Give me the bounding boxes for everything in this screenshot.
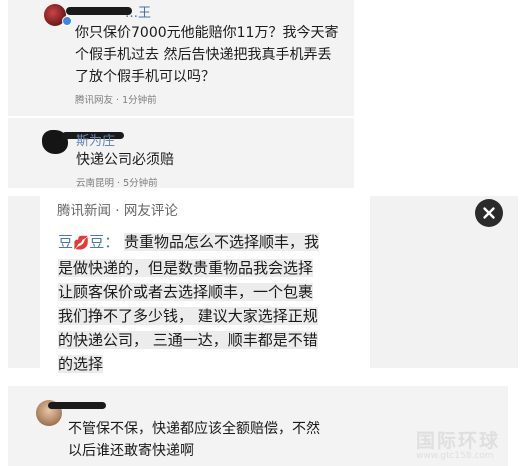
comment-source: 云南昆明 [76, 178, 115, 189]
featured-text: 豆💋豆： 贵重物品怎么不选择顺丰，我 是做快递的，但是数贵重物品我会选择 让顾客… [58, 230, 358, 376]
comment-source: 腾讯网友 [75, 95, 114, 106]
featured-username-prefix: 豆 [58, 233, 74, 251]
comment-text: 不管保不保，快递都应该全额赔偿，不然 以后谁还敢寄快递啊 [68, 418, 320, 462]
comment-text: 快递公司必须赔 [76, 152, 174, 168]
featured-line: 的选择 [58, 355, 104, 373]
featured-username[interactable]: 豆💋豆： [58, 233, 119, 251]
comment-card-1: …王 你只保价7000元他能赔你11万？我今天寄 个假手机过去 然后告快递把我真… [8, 0, 354, 116]
featured-username-suffix: 豆： [89, 233, 120, 251]
featured-line: 是做快递的，但是数贵重物品我会选择 [58, 259, 314, 277]
watermark: 国际环球 www.gtc158.com [416, 426, 500, 461]
comment-meta: 腾讯网友 · 1分钟前 [75, 95, 157, 106]
comment-line: 了放个假手机可以吗？ [75, 69, 215, 85]
featured-line-3: 让顾客保价或者去选择顺丰，一个包裹 [58, 280, 358, 304]
featured-line-1: 豆💋豆： 贵重物品怎么不选择顺丰，我 [58, 230, 358, 256]
username[interactable]: …王 [125, 2, 151, 21]
comment-meta: 云南昆明 · 5分钟前 [76, 178, 158, 189]
comment-line: 不管保不保，快递都应该全额赔偿，不然 [68, 421, 320, 437]
featured-line: 贵重物品怎么不选择顺丰，我 [124, 233, 320, 251]
featured-line-5: 的快递公司， 三通一达，顺丰都是不错 [58, 328, 358, 352]
comment-time: 1分钟前 [122, 95, 157, 106]
featured-line-2: 是做快递的，但是数贵重物品我会选择 [58, 256, 358, 280]
featured-header: 腾讯新闻 · 网友评论 [57, 203, 178, 219]
close-button[interactable] [475, 199, 503, 227]
comment-time: 5分钟前 [123, 178, 158, 189]
watermark-title: 国际环球 [416, 430, 501, 452]
watermark-url: www.gtc158.com [416, 451, 494, 461]
featured-comment-card: 腾讯新闻 · 网友评论 豆💋豆： 贵重物品怎么不选择顺丰，我 是做快递的，但是数… [8, 196, 518, 373]
comment-card-2: 斯为庄 快递公司必须赔 云南昆明 · 5分钟前 [8, 118, 354, 189]
comment-line: 你只保价7000元他能赔你11万？我今天寄 [75, 25, 339, 41]
username[interactable]: 斯为庄 [76, 130, 115, 149]
lips-emoji-icon: 💋 [73, 236, 90, 251]
comment-text: 你只保价7000元他能赔你11万？我今天寄 个假手机过去 然后告快递把我真手机弄… [75, 22, 355, 88]
redacted-username [48, 402, 106, 409]
comment-line: 个假手机过去 然后告快递把我真手机弄丢 [75, 47, 332, 63]
redacted-username [66, 7, 132, 15]
featured-line: 我们挣不了多少钱， 建议大家选择正规 [58, 307, 318, 325]
featured-line-4: 我们挣不了多少钱， 建议大家选择正规 [58, 304, 358, 328]
comment-line: 以后谁还敢寄快递啊 [68, 443, 194, 459]
featured-line: 的快递公司， 三通一达，顺丰都是不错 [58, 331, 318, 349]
verified-badge-icon [62, 16, 72, 26]
close-icon [483, 207, 495, 219]
featured-line: 让顾客保价或者去选择顺丰，一个包裹 [58, 283, 314, 301]
featured-line-6: 的选择 [58, 352, 358, 376]
